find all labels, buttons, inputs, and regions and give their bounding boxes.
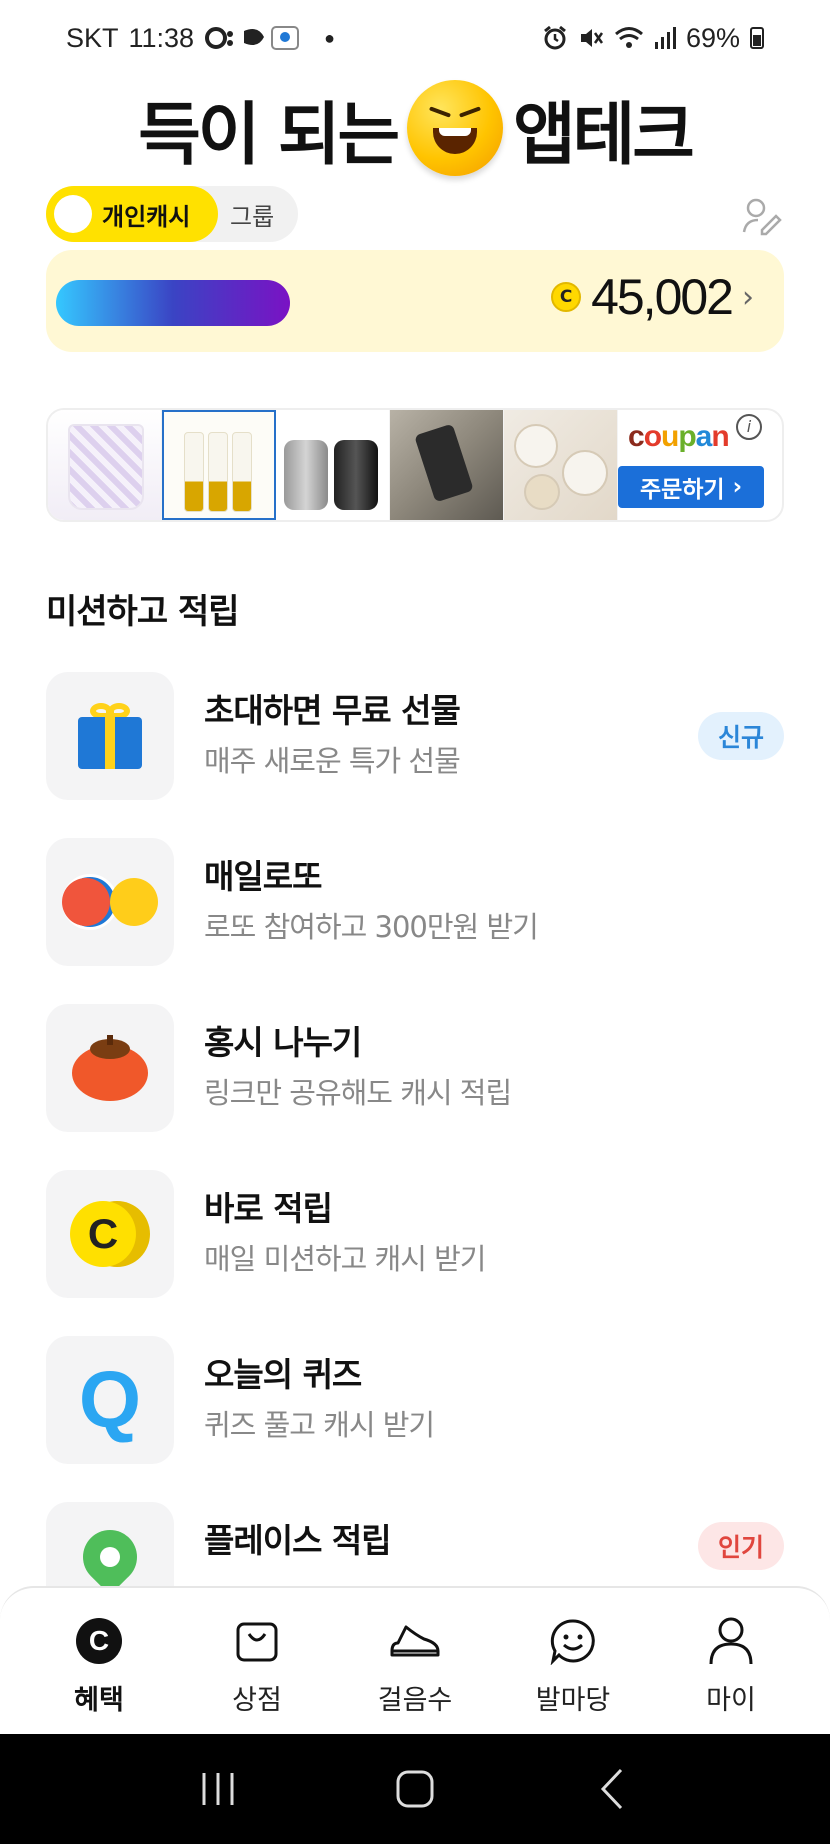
ad-banner[interactable]: coupan i 주문하기 › — [46, 408, 784, 522]
mission-item-place[interactable]: 플레이스 적립 인기 — [46, 1502, 784, 1598]
cash-type-toggle[interactable]: 개인캐시 그룹 — [46, 186, 298, 242]
home-button[interactable] — [375, 1759, 455, 1819]
lotto-icon: 1 — [62, 874, 158, 930]
ad-product-tile[interactable] — [276, 410, 390, 520]
cash-amount-row[interactable]: C 45,002 › — [551, 268, 754, 326]
coin-icon: C — [551, 282, 582, 312]
new-badge: 신규 — [697, 712, 784, 760]
nav-community[interactable]: 발마당 — [503, 1588, 643, 1734]
signal-icon — [654, 27, 676, 49]
cash-amount: 45,002 — [591, 269, 734, 325]
carrier-label: SKT — [66, 22, 119, 53]
persimmon-icon — [72, 1035, 148, 1101]
mission-subtitle: 링크만 공유해도 캐시 적립 — [204, 1076, 512, 1110]
nav-label: 발마당 — [535, 1685, 611, 1716]
mission-item-lotto[interactable]: 1 매일로또 로또 참여하고 300만원 받기 — [46, 838, 784, 1004]
recent-apps-button[interactable] — [178, 1759, 258, 1819]
recent-apps-icon — [202, 1773, 234, 1805]
mission-icon-box — [46, 1004, 174, 1132]
ad-product-tile[interactable] — [48, 410, 162, 520]
gift-icon — [78, 703, 142, 769]
cash-coin-letter: C — [70, 1201, 136, 1267]
laughing-face-icon — [407, 80, 504, 176]
person-icon — [704, 1614, 758, 1668]
battery-label: 69% — [685, 22, 740, 53]
toggle-personal-label: 개인캐시 — [102, 202, 191, 231]
toggle-knob — [54, 195, 92, 233]
cash-card[interactable]: C 45,002 › — [46, 250, 784, 352]
mute-icon — [580, 29, 603, 47]
status-right: 69% — [542, 23, 764, 54]
cash-coin-icon: C — [70, 1201, 150, 1267]
mission-title: 초대하면 무료 선물 — [204, 691, 461, 730]
coupang-logo: coupan — [628, 420, 730, 453]
nav-steps[interactable]: 걸음수 — [345, 1588, 485, 1734]
mission-icon-box: Q — [46, 1336, 174, 1464]
bottom-nav: C 혜택 상점 걸음수 발마당 마이 — [0, 1586, 830, 1734]
ad-info-icon[interactable]: i — [736, 414, 762, 440]
mission-subtitle: 매주 새로운 특가 선물 — [204, 744, 461, 778]
battery-icon — [750, 27, 764, 49]
mission-list: 초대하면 무료 선물 매주 새로운 특가 선물 신규 1 매일로또 로또 참여하… — [46, 672, 784, 1598]
mission-title: 오늘의 퀴즈 — [204, 1355, 362, 1394]
nav-label: 혜택 — [74, 1685, 124, 1716]
ad-product-tile[interactable] — [162, 410, 276, 520]
chat-smile-icon — [546, 1614, 600, 1668]
hero-title: 득이 되는 앱테크 — [0, 80, 830, 176]
toggle-group-label[interactable]: 그룹 — [230, 197, 274, 232]
mission-subtitle: 매일 미션하고 캐시 받기 — [204, 1242, 486, 1276]
back-icon — [600, 1768, 622, 1810]
nav-label: 상점 — [232, 1685, 282, 1716]
cash-gradient-bar — [56, 280, 290, 326]
alarm-icon — [544, 25, 566, 50]
chevron-right-icon: › — [742, 279, 754, 315]
mission-title: 플레이스 적립 — [204, 1521, 392, 1560]
mission-item-instant-cash[interactable]: C 바로 적립 매일 미션하고 캐시 받기 — [46, 1170, 784, 1336]
mission-subtitle: 퀴즈 풀고 캐시 받기 — [204, 1408, 435, 1442]
hot-badge: 인기 — [697, 1522, 784, 1570]
nav-store[interactable]: 상점 — [187, 1588, 327, 1734]
order-button-label: 주문하기 — [639, 477, 725, 503]
quiz-icon: Q — [78, 1355, 142, 1444]
cash-c-icon: C — [72, 1614, 126, 1668]
coupang-ad[interactable]: coupan i 주문하기 › — [618, 410, 768, 520]
ad-product-tile[interactable] — [504, 410, 618, 520]
mission-icon-box — [46, 1502, 174, 1598]
edit-profile-icon[interactable] — [740, 194, 784, 238]
system-nav-bar — [0, 1734, 830, 1844]
ad-product-tile[interactable] — [390, 410, 504, 520]
chevron-right-icon: › — [732, 474, 743, 500]
mission-title: 홍시 나누기 — [204, 1023, 362, 1062]
nav-benefits[interactable]: C 혜택 — [29, 1588, 169, 1734]
status-bar: SKT 11:38 ● 69% — [0, 0, 830, 76]
wifi-icon — [614, 27, 643, 48]
status-left: SKT 11:38 ● — [66, 23, 335, 54]
section-title: 미션하고 적립 — [46, 592, 240, 632]
mission-item-persimmon[interactable]: 홍시 나누기 링크만 공유해도 캐시 적립 — [46, 1004, 784, 1170]
mission-title: 매일로또 — [204, 857, 322, 896]
home-icon — [396, 1770, 434, 1808]
clock: 11:38 — [128, 22, 195, 53]
mission-icon-box — [46, 672, 174, 800]
hero-title-right: 앱테크 — [513, 95, 695, 175]
notification-icons — [205, 26, 300, 50]
sneaker-icon — [388, 1614, 442, 1668]
mission-icon-box: 1 — [46, 838, 174, 966]
order-button[interactable]: 주문하기 › — [618, 466, 764, 508]
back-button[interactable] — [572, 1759, 652, 1819]
mission-item-invite[interactable]: 초대하면 무료 선물 매주 새로운 특가 선물 신규 — [46, 672, 784, 838]
hero-title-left: 득이 되는 — [138, 95, 400, 175]
nav-label: 마이 — [706, 1685, 756, 1716]
toggle-personal[interactable]: 개인캐시 — [46, 186, 218, 242]
mission-subtitle: 로또 참여하고 300만원 받기 — [204, 910, 539, 944]
shopping-bag-icon — [230, 1614, 284, 1668]
nav-label: 걸음수 — [377, 1685, 453, 1716]
status-dot: ● — [324, 27, 335, 48]
mission-title: 바로 적립 — [204, 1189, 333, 1228]
mission-item-quiz[interactable]: Q 오늘의 퀴즈 퀴즈 풀고 캐시 받기 — [46, 1336, 784, 1502]
nav-my[interactable]: 마이 — [661, 1588, 801, 1734]
mission-icon-box: C — [46, 1170, 174, 1298]
